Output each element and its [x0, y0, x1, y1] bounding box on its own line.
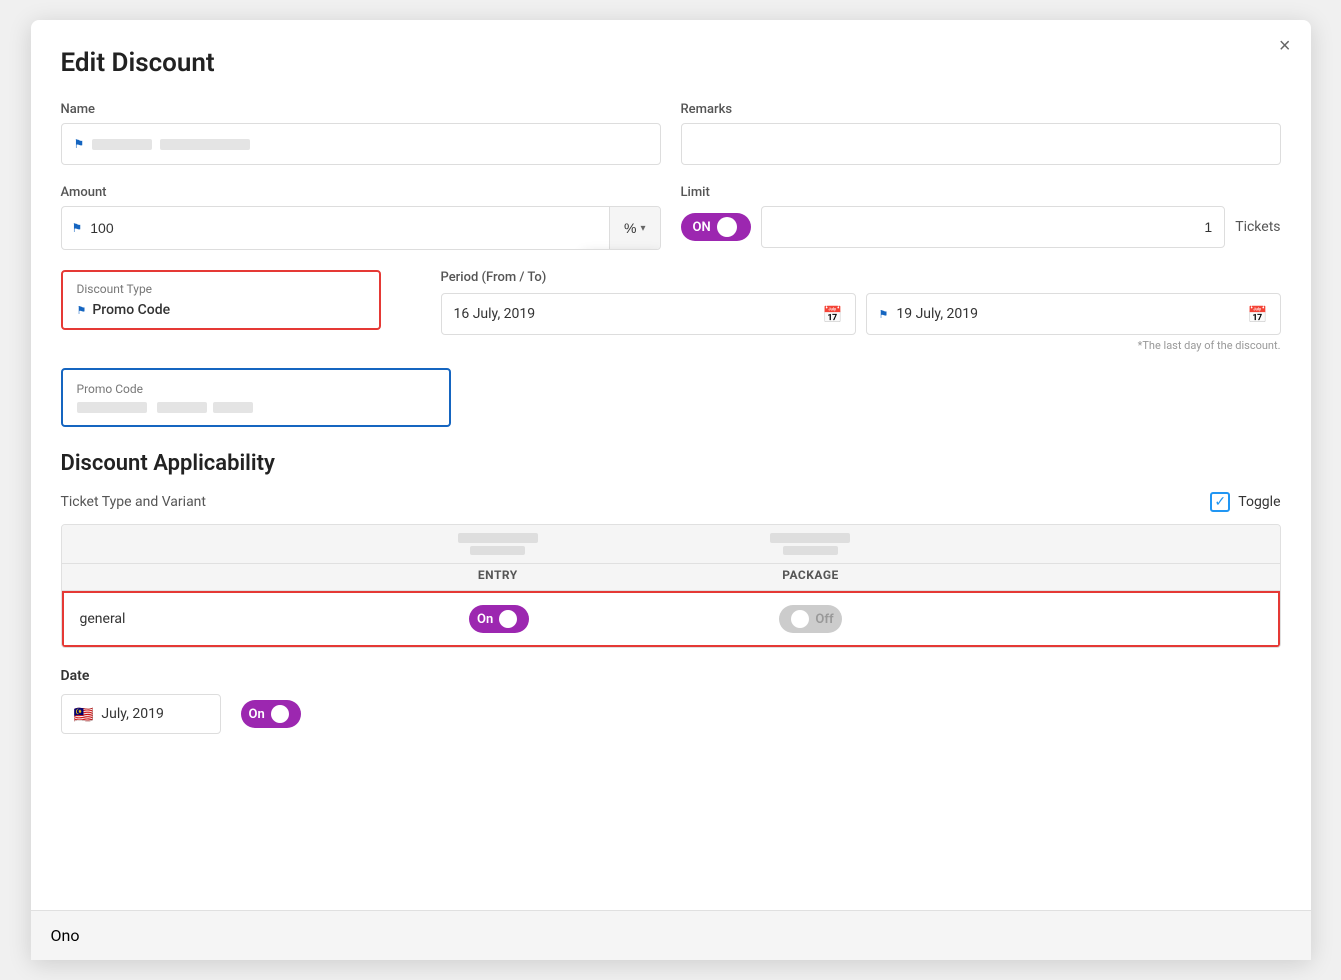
toggle-checkbox[interactable]: ✓	[1210, 492, 1230, 512]
amount-dropdown-button[interactable]: % ▾	[609, 207, 659, 249]
limit-toggle-thumb	[717, 217, 737, 237]
date-row: 🇲🇾 July, 2019 On	[61, 694, 1281, 734]
toggle-text: Toggle	[1238, 494, 1280, 510]
limit-label: Limit	[681, 185, 1281, 200]
date-month: July, 2019	[101, 706, 163, 722]
table-row: general On Off	[62, 591, 1280, 647]
modal-title: Edit Discount	[61, 48, 1281, 78]
amount-input[interactable]	[82, 207, 609, 249]
date-toggle-label: On	[249, 707, 265, 722]
promo-blur-3	[213, 402, 253, 413]
table-subheader: ENTRY PACKAGE	[62, 564, 1280, 591]
period-note: *The last day of the discount.	[441, 339, 1281, 352]
blur-h2b	[783, 546, 838, 555]
chevron-down-icon: ▾	[640, 223, 645, 234]
limit-row: ON Tickets	[681, 206, 1281, 248]
blur-h1a	[458, 533, 538, 543]
row-package-cell: Off	[655, 593, 966, 645]
period-inputs: 16 July, 2019 📅 ⚑ 19 July, 2019 📅	[441, 293, 1281, 335]
close-button[interactable]: ×	[1279, 36, 1291, 56]
period-to-input[interactable]: ⚑ 19 July, 2019 📅	[866, 293, 1281, 335]
row-name: general	[64, 599, 344, 639]
package-toggle[interactable]: Off	[779, 605, 841, 633]
discount-type-value: Promo Code	[92, 302, 170, 318]
period-group: Period (From / To) 16 July, 2019 📅 ⚑ 19 …	[441, 270, 1281, 352]
amount-limit-row: Amount ⚑ % ▾ RM %	[61, 185, 1281, 250]
row-empty	[966, 607, 1277, 631]
ticket-table: ENTRY PACKAGE general On Off	[61, 524, 1281, 648]
remarks-input[interactable]	[681, 123, 1281, 165]
limit-toggle[interactable]: ON	[681, 213, 751, 241]
table-header-empty-2	[967, 525, 1280, 563]
date-field[interactable]: 🇲🇾 July, 2019	[61, 694, 221, 734]
dropdown-menu: RM %	[582, 249, 661, 250]
entry-toggle-thumb	[499, 610, 517, 628]
amount-input-wrapper: ⚑ % ▾ RM %	[61, 206, 661, 250]
flag-icon: ⚑	[74, 137, 85, 151]
limit-toggle-label: ON	[693, 220, 711, 235]
date-toggle[interactable]: On	[241, 700, 301, 728]
promo-code-box: Promo Code	[61, 368, 451, 427]
blur-h1b	[470, 546, 525, 555]
period-from-text: 16 July, 2019	[454, 306, 815, 322]
dropdown-selected: %	[624, 220, 636, 236]
name-label: Name	[61, 102, 661, 117]
date-section: Date 🇲🇾 July, 2019 On	[61, 668, 1281, 734]
period-to-flag: ⚑	[879, 308, 889, 321]
calendar-to-icon: 📅	[1248, 305, 1268, 324]
entry-toggle-label: On	[477, 612, 493, 627]
period-to-text: 19 July, 2019	[896, 306, 1239, 322]
package-toggle-thumb	[791, 610, 809, 628]
blur-h2a	[770, 533, 850, 543]
applicability-title: Discount Applicability	[61, 451, 1281, 476]
toggle-group: ✓ Toggle	[1210, 492, 1280, 512]
package-toggle-label: Off	[815, 612, 833, 627]
calendar-from-icon: 📅	[823, 305, 843, 324]
amount-label: Amount	[61, 185, 661, 200]
amount-flag-icon: ⚑	[72, 221, 83, 235]
entry-toggle[interactable]: On	[469, 605, 529, 633]
subheader-entry: ENTRY	[342, 564, 655, 590]
table-header-blurred-2	[654, 525, 967, 563]
date-section-title: Date	[61, 668, 1281, 684]
table-header-empty	[62, 525, 342, 563]
promo-blur-2	[157, 402, 207, 413]
period-from-input[interactable]: 16 July, 2019 📅	[441, 293, 856, 335]
row-entry-cell: On	[344, 593, 655, 645]
edit-discount-modal: × Edit Discount Name ⚑ Remarks Amount ⚑	[31, 20, 1311, 960]
promo-code-label: Promo Code	[77, 382, 435, 396]
discount-type-flag: ⚑	[77, 304, 87, 317]
subheader-package: PACKAGE	[654, 564, 967, 590]
name-blur-2	[160, 139, 250, 150]
promo-blur-1	[77, 402, 147, 413]
discount-period-row: Discount Type ⚑ Promo Code Period (From …	[61, 270, 1281, 352]
table-header-top	[62, 525, 1280, 564]
name-blur-1	[92, 139, 152, 150]
discount-type-label: Discount Type	[77, 282, 365, 296]
bottom-nav: Ono	[31, 910, 1311, 960]
bottom-label: Ono	[51, 926, 80, 945]
subheader-empty	[62, 564, 342, 590]
limit-unit: Tickets	[1235, 219, 1280, 235]
amount-dropdown-container: % ▾ RM %	[609, 207, 659, 249]
name-remarks-row: Name ⚑ Remarks	[61, 102, 1281, 165]
limit-group: Limit ON Tickets	[681, 185, 1281, 248]
limit-input[interactable]	[761, 206, 1226, 248]
date-flag-icon: 🇲🇾	[74, 705, 94, 724]
period-label: Period (From / To)	[441, 270, 1281, 285]
ticket-type-label: Ticket Type and Variant	[61, 494, 207, 510]
subheader-empty-2	[967, 564, 1280, 590]
table-header-blurred-1	[342, 525, 655, 563]
remarks-group: Remarks	[681, 102, 1281, 165]
name-group: Name ⚑	[61, 102, 661, 165]
date-toggle-thumb	[271, 705, 289, 723]
remarks-label: Remarks	[681, 102, 1281, 117]
amount-group: Amount ⚑ % ▾ RM %	[61, 185, 661, 250]
applicability-header: Ticket Type and Variant ✓ Toggle	[61, 492, 1281, 512]
discount-type-box: Discount Type ⚑ Promo Code	[61, 270, 381, 330]
